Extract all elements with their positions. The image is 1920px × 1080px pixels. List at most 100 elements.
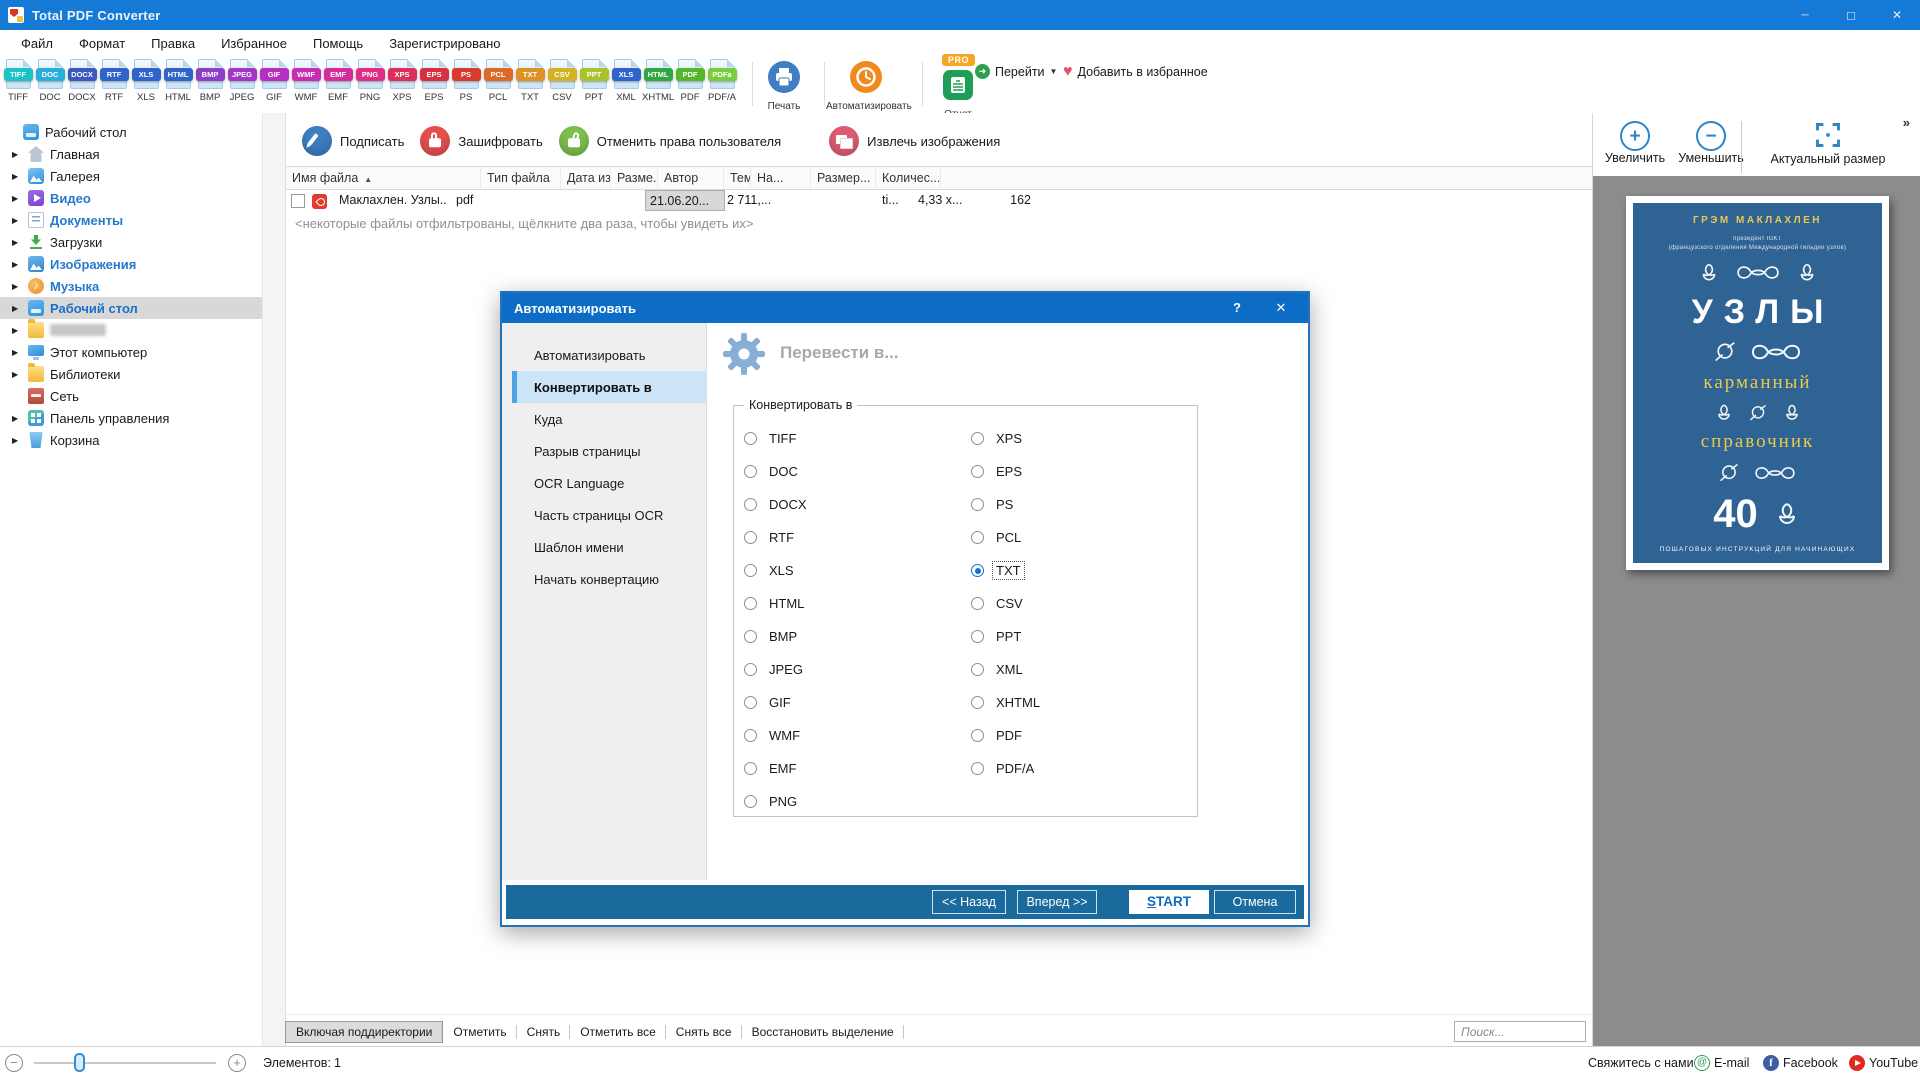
selection-button[interactable]: Снять все	[666, 1022, 742, 1042]
zoom-in-control[interactable]: +	[228, 1054, 246, 1072]
format-convert-button[interactable]: BMP BMP	[194, 59, 226, 103]
facebook-link[interactable]: Facebook	[1783, 1056, 1838, 1070]
radio-icon[interactable]	[744, 762, 757, 775]
radio-icon[interactable]	[971, 729, 984, 742]
selection-button[interactable]: Отметить все	[570, 1022, 666, 1042]
expand-arrow-icon[interactable]	[12, 216, 22, 225]
radio-option[interactable]: PCL	[971, 521, 1043, 554]
radio-option[interactable]: TIFF	[744, 422, 810, 455]
menu-item[interactable]: Избранное	[208, 36, 300, 51]
format-convert-button[interactable]: TIFF TIFF	[2, 59, 34, 103]
zoom-out-control[interactable]: −	[5, 1054, 23, 1072]
format-convert-button[interactable]: GIF GIF	[258, 59, 290, 103]
radio-icon[interactable]	[744, 729, 757, 742]
format-convert-button[interactable]: PNG PNG	[354, 59, 386, 103]
radio-option[interactable]: PS	[971, 488, 1043, 521]
format-convert-button[interactable]: PPT PPT	[578, 59, 610, 103]
expand-arrow-icon[interactable]	[12, 370, 22, 379]
radio-icon[interactable]	[971, 432, 984, 445]
sidebar-item[interactable]: Музыка	[0, 275, 262, 297]
file-date-cell[interactable]: 21.06.20...	[645, 190, 725, 211]
encrypt-button[interactable]: Зашифровать	[420, 126, 542, 156]
radio-icon[interactable]	[744, 498, 757, 511]
selection-button[interactable]: Снять	[517, 1022, 571, 1042]
column-header[interactable]: Количес...	[876, 167, 941, 189]
selection-button[interactable]: Восстановить выделение	[742, 1022, 904, 1042]
radio-icon[interactable]	[744, 795, 757, 808]
column-header[interactable]: Автор	[658, 167, 724, 189]
menu-item[interactable]: Зарегистрировано	[376, 36, 513, 51]
sign-button[interactable]: Подписать	[302, 126, 404, 156]
radio-option[interactable]: GIF	[744, 686, 810, 719]
next-button[interactable]: Вперед >>	[1017, 890, 1097, 914]
expand-arrow-icon[interactable]	[12, 436, 22, 445]
column-header[interactable]: Имя файла	[286, 167, 481, 189]
radio-icon[interactable]	[744, 630, 757, 643]
back-button[interactable]: << Назад	[932, 890, 1006, 914]
sidebar-item[interactable]: Документы	[0, 209, 262, 231]
start-button[interactable]: START	[1129, 890, 1209, 914]
dialog-nav-item[interactable]: Часть страницы OCR	[512, 499, 706, 531]
panel-chevron-icon[interactable]: »	[1903, 115, 1910, 130]
file-checkbox[interactable]	[291, 194, 305, 208]
expand-arrow-icon[interactable]	[12, 238, 22, 247]
sidebar-item[interactable]	[0, 319, 262, 341]
sidebar-item[interactable]: Этот компьютер	[0, 341, 262, 363]
format-convert-button[interactable]: CSV CSV	[546, 59, 578, 103]
radio-icon[interactable]	[971, 465, 984, 478]
sidebar-item[interactable]: Изображения	[0, 253, 262, 275]
radio-option[interactable]: XML	[971, 653, 1043, 686]
extract-images-button[interactable]: Извлечь изображения	[829, 126, 1000, 156]
format-convert-button[interactable]: PDF PDF	[674, 59, 706, 103]
sidebar-item[interactable]: Корзина	[0, 429, 262, 451]
sidebar-item[interactable]: Рабочий стол	[0, 297, 262, 319]
expand-arrow-icon[interactable]	[12, 172, 22, 181]
column-header[interactable]: На...	[751, 167, 811, 189]
sidebar-item[interactable]: Главная	[0, 143, 262, 165]
sidebar-item[interactable]: Сеть	[0, 385, 262, 407]
column-header[interactable]: Дата изм...	[561, 167, 611, 189]
zoom-slider-track[interactable]	[34, 1062, 216, 1064]
expand-arrow-icon[interactable]	[12, 414, 22, 423]
cancel-button[interactable]: Отмена	[1214, 890, 1296, 914]
minimize-button[interactable]	[1782, 0, 1828, 30]
selection-button[interactable]: Включая поддиректории	[285, 1021, 443, 1043]
radio-icon[interactable]	[971, 663, 984, 676]
dialog-nav-item[interactable]: Шаблон имени	[512, 531, 706, 563]
selection-button[interactable]: Отметить	[443, 1022, 516, 1042]
radio-option[interactable]: HTML	[744, 587, 810, 620]
maximize-button[interactable]	[1828, 0, 1874, 30]
zoom-out-button[interactable]: − Уменьшить	[1673, 121, 1749, 165]
radio-option[interactable]: PDF	[971, 719, 1043, 752]
radio-option[interactable]: JPEG	[744, 653, 810, 686]
format-convert-button[interactable]: HTML XHTML	[642, 59, 674, 103]
expand-arrow-icon[interactable]	[12, 150, 22, 159]
format-convert-button[interactable]: XPS XPS	[386, 59, 418, 103]
radio-option[interactable]: BMP	[744, 620, 810, 653]
expand-arrow-icon[interactable]	[12, 194, 22, 203]
radio-option[interactable]: WMF	[744, 719, 810, 752]
radio-icon[interactable]	[744, 663, 757, 676]
format-convert-button[interactable]: TXT TXT	[514, 59, 546, 103]
expand-arrow-icon[interactable]	[12, 260, 22, 269]
dialog-close-button[interactable]: ✕	[1272, 300, 1290, 316]
radio-option[interactable]: PPT	[971, 620, 1043, 653]
sidebar-item[interactable]: Панель управления	[0, 407, 262, 429]
format-convert-button[interactable]: EPS EPS	[418, 59, 450, 103]
radio-icon[interactable]	[971, 762, 984, 775]
format-convert-button[interactable]: HTML HTML	[162, 59, 194, 103]
dialog-nav-item[interactable]: Конвертировать в	[512, 371, 706, 403]
radio-option[interactable]: CSV	[971, 587, 1043, 620]
column-header[interactable]: Тип файла	[481, 167, 561, 189]
menu-item[interactable]: Файл	[8, 36, 66, 51]
radio-icon[interactable]	[744, 465, 757, 478]
radio-option[interactable]: XHTML	[971, 686, 1043, 719]
sidebar-item[interactable]: Рабочий стол	[0, 121, 262, 143]
radio-icon[interactable]	[744, 597, 757, 610]
book-cover-page[interactable]: ГРЭМ МАКЛАХЛЕН президент IGKT (французск…	[1626, 196, 1889, 570]
file-row[interactable]: Маклахлен. Узлы... pdf 21.06.20... 2 711…	[286, 190, 1592, 213]
youtube-link[interactable]: YouTube	[1869, 1056, 1918, 1070]
facebook-icon[interactable]: f	[1763, 1055, 1779, 1071]
automate-button[interactable]: Автоматизировать	[826, 60, 906, 112]
zoom-slider-thumb[interactable]	[74, 1053, 85, 1072]
